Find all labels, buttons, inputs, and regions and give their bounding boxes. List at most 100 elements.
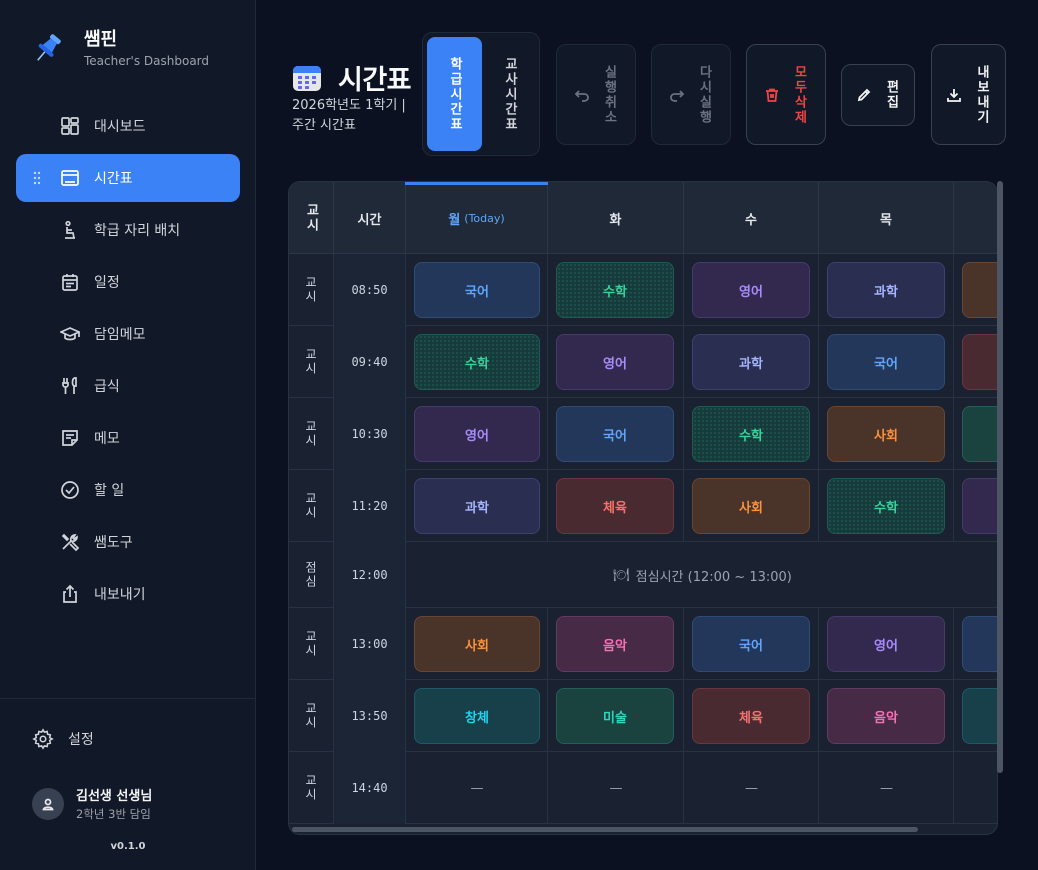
day-header-wed[interactable]: 수 — [684, 182, 819, 254]
vertical-scrollbar[interactable] — [997, 181, 1003, 773]
period-cell: 교시 — [289, 254, 334, 326]
sidebar-item-meal[interactable]: 급식 — [16, 362, 240, 410]
day-header-mon[interactable]: 월 (Today) — [406, 182, 548, 254]
subject-cell-clipped[interactable] — [962, 478, 997, 534]
sidebar-item-timetable[interactable]: 시간표 — [16, 154, 240, 202]
timetable-view-toggle: 학급시간표 교사시간표 — [422, 32, 540, 156]
column-divider — [683, 680, 684, 752]
subject-cell[interactable]: 국어 — [692, 616, 810, 672]
subject-cell[interactable]: 과학 — [414, 478, 540, 534]
sidebar-item-schedule[interactable]: 일정 — [16, 258, 240, 306]
main-content: 시간표 2026학년도 1학기 | 주간 시간표 학급시간표 교사시간표 실행취… — [256, 0, 1038, 870]
period-cell: 교시 — [289, 398, 334, 470]
sidebar-nav: 대시보드 시간표 학급 자리 배치 일정 담임메모 급식 메모 할 일 쌤도구 … — [16, 102, 240, 622]
column-divider — [547, 254, 548, 326]
delete-all-label: 모두삭제 — [791, 64, 807, 125]
brand-subtitle: Teacher's Dashboard — [84, 54, 210, 68]
undo-button[interactable]: 실행취소 — [556, 44, 636, 145]
settings-button[interactable]: 설정 — [32, 728, 94, 750]
subject-cell[interactable]: 음악 — [827, 688, 945, 744]
subject-cell[interactable]: 사회 — [827, 406, 945, 462]
column-divider — [818, 254, 819, 326]
subject-cell[interactable]: 수학 — [692, 406, 810, 462]
table-row: 교시 13:00 사회 음악 국어 영어 — [289, 608, 997, 680]
subject-cell[interactable]: 국어 — [827, 334, 945, 390]
empty-slot[interactable]: — — [684, 752, 819, 824]
column-divider — [683, 326, 684, 398]
subject-cell[interactable]: 과학 — [692, 334, 810, 390]
empty-slot[interactable]: — — [406, 752, 548, 824]
subject-cell[interactable]: 영어 — [827, 616, 945, 672]
subject-cell[interactable]: 국어 — [414, 262, 540, 318]
subject-cell[interactable]: 미술 — [556, 688, 674, 744]
brand-name: 쌤핀 — [84, 29, 118, 50]
horizontal-scrollbar[interactable] — [292, 827, 918, 832]
delete-all-button[interactable]: 모두삭제 — [746, 44, 826, 145]
time-cell: 09:40 — [334, 326, 406, 398]
sidebar-item-todo[interactable]: 할 일 — [16, 466, 240, 514]
subject-cell[interactable]: 영어 — [556, 334, 674, 390]
time-cell: 13:00 — [334, 608, 406, 680]
subject-cell[interactable]: 수학 — [827, 478, 945, 534]
subject-cell[interactable]: 영어 — [414, 406, 540, 462]
sidebar-item-label: 담임메모 — [94, 327, 146, 343]
subject-cell[interactable]: 체육 — [556, 478, 674, 534]
time-cell: 12:00 — [334, 542, 406, 608]
column-divider — [547, 608, 548, 680]
subject-cell[interactable]: 음악 — [556, 616, 674, 672]
subject-cell[interactable]: 국어 — [556, 406, 674, 462]
subject-cell-clipped[interactable] — [962, 334, 997, 390]
day-header-tue[interactable]: 화 — [548, 182, 684, 254]
export-button[interactable]: 내보내기 — [931, 44, 1006, 145]
time-cell: 13:50 — [334, 680, 406, 752]
timetable-header: 교시 시간 월 (Today) 화 수 목 — [289, 182, 997, 254]
subject-cell[interactable]: 영어 — [692, 262, 810, 318]
column-divider — [818, 398, 819, 470]
sidebar-item-memo[interactable]: 메모 — [16, 414, 240, 462]
subject-cell[interactable]: 수학 — [556, 262, 674, 318]
teacher-timetable-tab[interactable]: 교사시간표 — [482, 37, 537, 151]
sidebar-item-label: 학급 자리 배치 — [94, 223, 181, 239]
redo-button[interactable]: 다시실행 — [651, 44, 731, 145]
subject-cell[interactable]: 창체 — [414, 688, 540, 744]
subject-cell[interactable]: 수학 — [414, 334, 540, 390]
edit-button[interactable]: 편집 — [841, 64, 915, 126]
subject-cell-clipped[interactable] — [962, 616, 997, 672]
sidebar-item-label: 내보내기 — [94, 587, 146, 603]
empty-slot[interactable]: — — [819, 752, 954, 824]
sidebar-item-homeroom-memo[interactable]: 담임메모 — [16, 310, 240, 358]
drag-handle-icon[interactable] — [33, 171, 41, 185]
subject-cell[interactable]: 과학 — [827, 262, 945, 318]
sidebar-item-dashboard[interactable]: 대시보드 — [16, 102, 240, 150]
sidebar-item-label: 일정 — [94, 275, 120, 291]
day-header-thu[interactable]: 목 — [819, 182, 954, 254]
column-divider — [683, 254, 684, 326]
subject-cell[interactable]: 사회 — [414, 616, 540, 672]
subject-cell-clipped[interactable] — [962, 406, 997, 462]
column-divider — [953, 398, 954, 470]
class-timetable-tab[interactable]: 학급시간표 — [427, 37, 482, 151]
sidebar-item-tools[interactable]: 쌤도구 — [16, 518, 240, 566]
sidebar-divider — [0, 698, 256, 699]
table-row: 교시 10:30 영어 국어 수학 사회 — [289, 398, 997, 470]
today-tag: (Today) — [464, 211, 505, 225]
period-cell: 교시 — [289, 752, 334, 824]
time-cell: 11:20 — [334, 470, 406, 542]
period-cell: 교시 — [289, 608, 334, 680]
today-indicator — [405, 182, 548, 185]
pencil-icon — [857, 88, 870, 102]
user-profile[interactable]: 김선생 선생님 2학년 3반 담임 — [32, 785, 152, 822]
sidebar-item-export[interactable]: 내보내기 — [16, 570, 240, 618]
empty-slot[interactable]: — — [548, 752, 684, 824]
timetable-grid: 교시 시간 월 (Today) 화 수 목 교시 08:50 국어 수학 영어 과학 교시 0… — [288, 181, 998, 835]
sidebar-item-label: 쌤도구 — [94, 535, 133, 551]
subject-cell[interactable]: 사회 — [692, 478, 810, 534]
subject-cell-clipped[interactable] — [962, 688, 997, 744]
gear-icon — [32, 728, 54, 750]
subject-cell-clipped[interactable] — [962, 262, 997, 318]
trash-icon — [765, 88, 778, 102]
page-subtitle: 2026학년도 1학기 | 주간 시간표 — [292, 98, 406, 133]
time-cell: 10:30 — [334, 398, 406, 470]
sidebar-item-seating[interactable]: 학급 자리 배치 — [16, 206, 240, 254]
subject-cell[interactable]: 체육 — [692, 688, 810, 744]
